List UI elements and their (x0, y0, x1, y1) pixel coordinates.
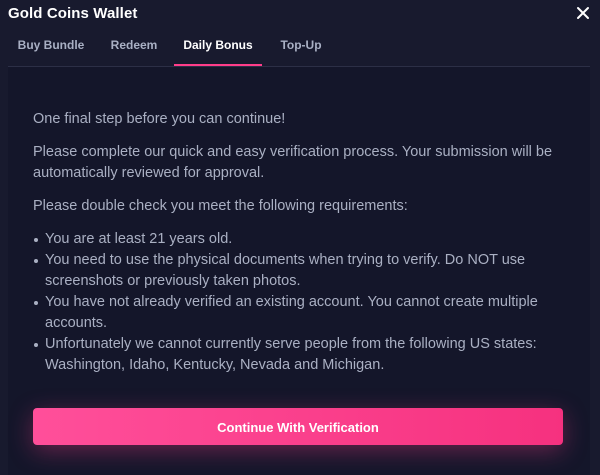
modal-header: Gold Coins Wallet (0, 0, 600, 28)
requirement-item-age: You are at least 21 years old. (33, 229, 573, 250)
tab-redeem[interactable]: Redeem (94, 28, 174, 66)
requirement-item-documents: You need to use the physical documents w… (33, 250, 573, 292)
wallet-tabs: Buy Bundle Redeem Daily Bonus Top-Up (8, 28, 590, 67)
verification-panel: One final step before you can continue! … (8, 67, 590, 475)
tab-buy-bundle[interactable]: Buy Bundle (8, 28, 94, 66)
wallet-modal: Gold Coins Wallet Buy Bundle Redeem Dail… (0, 0, 600, 475)
verification-content: One final step before you can continue! … (33, 109, 573, 376)
tab-daily-bonus[interactable]: Daily Bonus (174, 28, 262, 66)
requirements-list: You are at least 21 years old. You need … (33, 229, 573, 376)
tab-top-up[interactable]: Top-Up (266, 28, 336, 66)
instruction-text: Please complete our quick and easy verif… (33, 144, 553, 181)
intro-text: One final step before you can continue! (33, 111, 286, 127)
requirement-item-states: Unfortunately we cannot currently serve … (33, 334, 573, 376)
continue-verification-button[interactable]: Continue With Verification (33, 408, 563, 445)
modal-title: Gold Coins Wallet (8, 5, 138, 22)
requirement-item-existing-account: You have not already verified an existin… (33, 292, 573, 334)
close-icon[interactable] (574, 4, 592, 22)
requirements-heading: Please double check you meet the followi… (33, 198, 408, 214)
